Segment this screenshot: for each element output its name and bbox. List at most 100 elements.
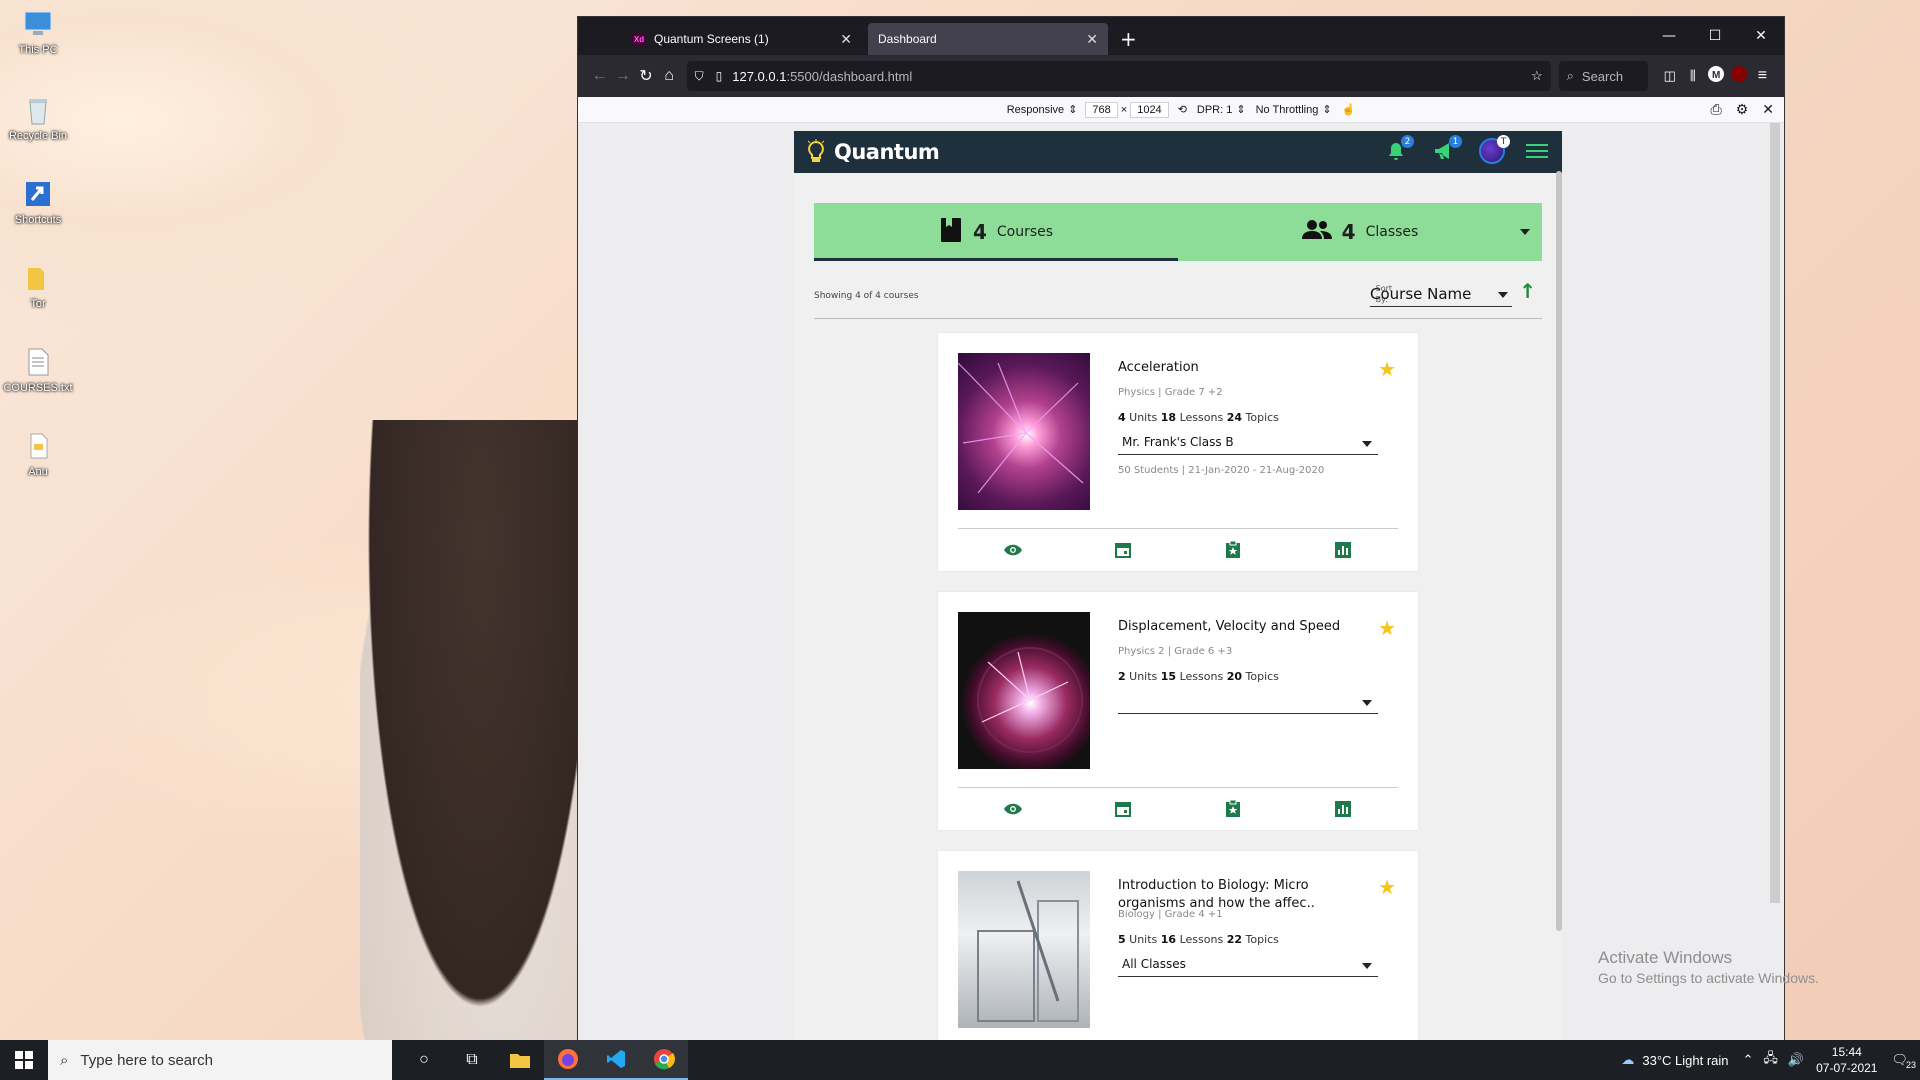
classes-label: Classes: [1365, 224, 1419, 240]
close-icon[interactable]: ✕: [840, 31, 852, 48]
back-button[interactable]: ←: [588, 67, 611, 85]
course-title[interactable]: Introduction to Biology: Micro organisms…: [1118, 877, 1348, 913]
notification-count: 23: [1905, 1060, 1916, 1070]
close-window-button[interactable]: ✕: [1738, 17, 1784, 55]
desktop-icon-shortcuts[interactable]: Shortcuts: [0, 178, 76, 226]
settings-icon[interactable]: ⚙: [1736, 101, 1749, 118]
notification-center-icon[interactable]: 🗨 23: [1891, 1052, 1916, 1070]
grade-submissions-icon[interactable]: [1223, 800, 1243, 818]
taskbar-apps: ○ ⧉: [400, 1040, 688, 1080]
dpr-select[interactable]: DPR: 1: [1197, 104, 1232, 116]
chevron-down-icon: [1498, 292, 1508, 298]
preview-eye-icon[interactable]: [1003, 800, 1023, 818]
bookmark-star-icon[interactable]: ☆: [1531, 68, 1543, 84]
new-tab-button[interactable]: +: [1120, 27, 1137, 51]
forward-button[interactable]: →: [611, 67, 634, 85]
courses-label: Courses: [996, 224, 1054, 240]
class-select[interactable]: Mr. Frank's Class B: [1118, 435, 1378, 455]
class-select[interactable]: [1118, 694, 1378, 714]
chrome-icon[interactable]: [640, 1040, 688, 1080]
start-button[interactable]: [0, 1040, 48, 1080]
pocket-icon[interactable]: ◫: [1658, 68, 1681, 84]
app-scrollbar[interactable]: [1556, 171, 1562, 931]
sort-direction-arrow-icon[interactable]: ↑: [1519, 279, 1536, 303]
calendar-icon[interactable]: [1113, 541, 1133, 559]
notifications-button[interactable]: 2: [1382, 135, 1414, 165]
viewport-scrollbar[interactable]: [1770, 123, 1780, 903]
throttle-select[interactable]: No Throttling: [1256, 104, 1319, 116]
vscode-icon[interactable]: [592, 1040, 640, 1080]
people-icon: [1301, 219, 1332, 245]
clock-date: 07-07-2021: [1816, 1061, 1878, 1075]
wallpaper-figure: [360, 420, 590, 1040]
chevron-up-icon[interactable]: ⌃: [1743, 1052, 1754, 1068]
screenshot-icon[interactable]: ⎙: [1711, 101, 1722, 118]
volume-icon[interactable]: 🔊: [1788, 1052, 1804, 1068]
account-icon[interactable]: M: [1705, 65, 1728, 88]
tab-quantum-screens[interactable]: Xd Quantum Screens (1) ✕: [622, 23, 862, 55]
courses-count: 4: [972, 220, 987, 244]
close-icon[interactable]: ✕: [1086, 31, 1098, 48]
cortana-icon[interactable]: ○: [400, 1040, 448, 1080]
maximize-button[interactable]: ☐: [1692, 17, 1738, 55]
minimize-button[interactable]: —: [1646, 17, 1692, 55]
course-title[interactable]: Acceleration: [1118, 359, 1348, 377]
network-icon[interactable]: 🖧: [1763, 1049, 1778, 1071]
topics-count: 22: [1226, 933, 1243, 946]
taskbar-search-input[interactable]: ⌕ Type here to search: [48, 1040, 392, 1080]
class-select[interactable]: All Classes: [1118, 957, 1378, 977]
shield-icon[interactable]: ⛉: [695, 69, 704, 84]
star-icon[interactable]: ★: [1378, 357, 1396, 381]
topics-label: Topics: [1245, 670, 1279, 683]
book-icon: [939, 216, 963, 248]
device-select-caret-icon: ⇕: [1068, 104, 1078, 116]
desktop-icon-tor[interactable]: Tor: [0, 262, 76, 310]
weather-widget[interactable]: ☁ 33°C Light rain: [1621, 1052, 1728, 1068]
desktop-icon-recycle-bin[interactable]: Recycle Bin: [0, 94, 76, 142]
rotate-icon[interactable]: ⟲: [1178, 103, 1187, 116]
clock[interactable]: 15:44 07-07-2021: [1816, 1044, 1877, 1076]
task-view-icon[interactable]: ⧉: [448, 1040, 496, 1080]
menu-icon[interactable]: ≡: [1751, 67, 1774, 85]
device-select[interactable]: Responsive: [1007, 104, 1064, 116]
course-title[interactable]: Displacement, Velocity and Speed: [1118, 618, 1348, 636]
desktop-icon-courses-txt[interactable]: COURSES.txt: [0, 346, 76, 394]
sort-select[interactable]: Course Name: [1370, 285, 1512, 307]
touch-icon[interactable]: ☝: [1342, 103, 1356, 116]
browser-search-input[interactable]: ⌕ Search: [1558, 61, 1649, 91]
reload-button[interactable]: ↻: [634, 66, 657, 86]
topics-label: Topics: [1245, 933, 1279, 946]
topics-label: Topics: [1245, 411, 1279, 424]
hamburger-menu-icon[interactable]: [1526, 140, 1548, 162]
app-header: Quantum 2 1 T: [794, 131, 1562, 173]
address-bar[interactable]: ⛉ ▯ 127.0.0.1:5500/dashboard.html ☆: [686, 61, 1551, 91]
library-icon[interactable]: ⫼: [1681, 68, 1704, 84]
reports-chart-icon[interactable]: [1333, 541, 1353, 559]
home-button[interactable]: ⌂: [657, 67, 680, 85]
file-explorer-icon[interactable]: [496, 1040, 544, 1080]
desktop-icon-this-pc[interactable]: This PC: [0, 8, 76, 56]
chevron-down-icon[interactable]: [1520, 229, 1530, 235]
system-tray: ☁ 33°C Light rain ⌃ 🖧 🔊 15:44 07-07-2021…: [1621, 1040, 1920, 1080]
tab-courses[interactable]: 4 Courses: [814, 203, 1178, 261]
star-icon[interactable]: ★: [1378, 616, 1396, 640]
page-icon: ▯: [715, 69, 723, 83]
profile-button[interactable]: T: [1478, 135, 1510, 165]
star-icon[interactable]: ★: [1378, 875, 1396, 899]
close-rdm-icon[interactable]: ✕: [1762, 101, 1774, 118]
tab-classes[interactable]: 4 Classes: [1178, 203, 1542, 261]
firefox-icon[interactable]: [544, 1040, 592, 1080]
preview-eye-icon[interactable]: [1003, 541, 1023, 559]
calendar-icon[interactable]: [1113, 800, 1133, 818]
announcements-button[interactable]: 1: [1430, 135, 1462, 165]
viewport-height-input[interactable]: 1024: [1130, 101, 1169, 118]
ublock-icon[interactable]: [1728, 65, 1751, 88]
viewport-width-input[interactable]: 768: [1085, 101, 1118, 118]
reports-chart-icon[interactable]: [1333, 800, 1353, 818]
grade-submissions-icon[interactable]: [1223, 541, 1243, 559]
desktop-icon-anu[interactable]: Anu: [0, 430, 76, 478]
tab-dashboard[interactable]: Dashboard ✕: [868, 23, 1108, 55]
search-placeholder: Search: [1581, 68, 1624, 84]
units-label: Units: [1129, 411, 1158, 424]
folder-icon: [22, 262, 54, 294]
